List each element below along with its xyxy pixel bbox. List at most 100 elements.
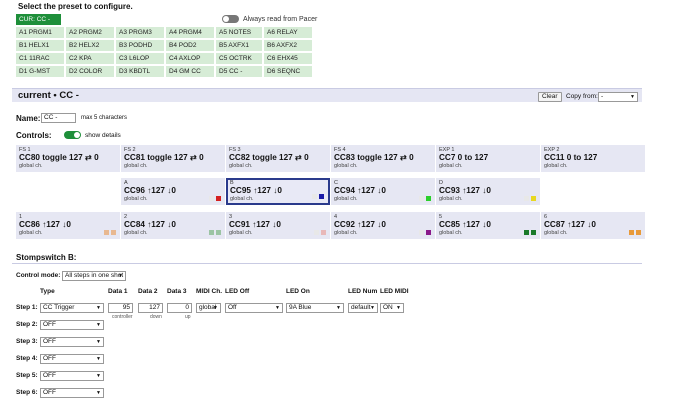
control-card-main: CC96 ↑127 ↓0	[124, 186, 176, 195]
preset-button[interactable]: B4 POD2	[166, 40, 214, 51]
preset-button[interactable]: B2 HELX2	[66, 40, 114, 51]
preset-button[interactable]: B6 AXFX2	[264, 40, 312, 51]
preset-button[interactable]: D5 CC -	[216, 66, 262, 77]
step-type-select[interactable]: OFF ▼	[40, 371, 104, 381]
step-1-led-on-select[interactable]: 9A Blue ▼	[286, 303, 344, 313]
preset-button[interactable]: A3 PRGM3	[116, 27, 164, 38]
led-color-swatch	[104, 230, 109, 235]
preset-button[interactable]: A1 PRGM1	[16, 27, 64, 38]
preset-button[interactable]: A5 NOTES	[216, 27, 262, 38]
preset-button[interactable]: C6 EHX45	[264, 53, 312, 64]
preset-button[interactable]: C5 OCTRK	[216, 53, 262, 64]
name-hint: max 5 characters	[81, 115, 128, 121]
control-card[interactable]: 1 CC86 ↑127 ↓0 global ch.	[16, 212, 120, 239]
chevron-down-icon: ▼	[96, 322, 101, 328]
col-led-on: LED On	[286, 288, 310, 295]
step-type-select[interactable]: OFF ▼	[40, 320, 104, 330]
control-card-sub: global ch.	[334, 230, 358, 236]
preset-button[interactable]: B3 PODHD	[116, 40, 164, 51]
control-card-sub: global ch.	[334, 163, 358, 169]
preset-button[interactable]: C4 AXLOP	[166, 53, 214, 64]
step-1-led-off-select[interactable]: Off ▼	[225, 303, 283, 313]
preset-button[interactable]: C1 11RAC	[16, 53, 64, 64]
control-card-sub: global ch.	[124, 196, 148, 202]
led-color-swatch	[111, 230, 116, 235]
col-led-num: LED Num	[348, 288, 378, 295]
step-1-data2-input[interactable]: 127	[138, 303, 163, 313]
control-card-main: CC85 ↑127 ↓0	[439, 220, 491, 229]
preset-button[interactable]: D4 GM CC	[166, 66, 214, 77]
step-type-select[interactable]: OFF ▼	[40, 354, 104, 364]
preset-button[interactable]: A4 PRGM4	[166, 27, 214, 38]
chevron-down-icon: ▼	[275, 305, 280, 311]
control-card[interactable]: D CC93 ↑127 ↓0 global ch.	[436, 178, 540, 205]
control-card-sub: global ch.	[19, 163, 43, 169]
step-type-value: OFF	[43, 372, 56, 379]
preset-button[interactable]: B1 HELX1	[16, 40, 64, 51]
led-color-swatch	[524, 196, 529, 201]
name-input[interactable]: CC -	[41, 113, 76, 123]
control-card[interactable]: FS 3 CC82 toggle 127 ⇄ 0 global ch.	[226, 145, 330, 172]
preset-button[interactable]: B5 AXFX1	[216, 40, 262, 51]
control-mode-select[interactable]: All steps in one shot ▼	[62, 271, 126, 281]
led-color-swatch	[629, 230, 634, 235]
led-color-swatch	[312, 194, 317, 199]
step-type-select[interactable]: OFF ▼	[40, 388, 104, 398]
control-card[interactable]: A CC96 ↑127 ↓0 global ch.	[121, 178, 225, 205]
control-card-sub: global ch.	[124, 230, 148, 236]
control-card[interactable]: C CC94 ↑127 ↓0 global ch.	[331, 178, 435, 205]
control-card[interactable]: FS 1 CC80 toggle 127 ⇄ 0 global ch.	[16, 145, 120, 172]
control-card[interactable]: EXP 1 CC7 0 to 127 global ch.	[436, 145, 540, 172]
control-card-sub: global ch.	[439, 163, 463, 169]
control-card-main: CC87 ↑127 ↓0	[544, 220, 596, 229]
preset-button[interactable]: D1 G-MST	[16, 66, 64, 77]
preset-button[interactable]: C3 L6LOP	[116, 53, 164, 64]
data1-hint: controller	[112, 314, 133, 320]
step-1-led-midi-select[interactable]: ON ▼	[380, 303, 404, 313]
col-led-off: LED Off	[225, 288, 250, 295]
chevron-down-icon: ▼	[96, 373, 101, 379]
control-card[interactable]: EXP 2 CC11 0 to 127 global ch.	[541, 145, 645, 172]
led-color-swatch	[216, 230, 221, 235]
always-read-toggle[interactable]	[222, 15, 239, 23]
copy-from-select[interactable]: - ▼	[598, 92, 638, 102]
preset-button[interactable]: D6 SEQNC	[264, 66, 312, 77]
chevron-down-icon: ▼	[630, 94, 635, 100]
step-1-data1-input[interactable]: 95	[108, 303, 133, 313]
control-card[interactable]: 6 CC87 ↑127 ↓0 global ch.	[541, 212, 645, 239]
control-card-main: CC82 toggle 127 ⇄ 0	[229, 153, 309, 162]
control-card-sub: global ch.	[544, 163, 568, 169]
step-1-midi-ch-select[interactable]: global ▼	[196, 303, 221, 313]
preset-button[interactable]: D2 COLOR	[66, 66, 114, 77]
control-card[interactable]: FS 2 CC81 toggle 127 ⇄ 0 global ch.	[121, 145, 225, 172]
control-card-sub: global ch.	[124, 163, 148, 169]
always-read-toggle-group[interactable]: Always read from Pacer	[222, 15, 317, 23]
step-label: Step 4:	[16, 355, 38, 362]
preset-button[interactable]: C2 KPA	[66, 53, 114, 64]
clear-button[interactable]: Clear	[538, 92, 562, 102]
chevron-down-icon: ▼	[96, 339, 101, 345]
control-card[interactable]: FS 4 CC83 toggle 127 ⇄ 0 global ch.	[331, 145, 435, 172]
control-card[interactable]: 4 CC92 ↑127 ↓0 global ch.	[331, 212, 435, 239]
step-1-data3-input[interactable]: 0	[167, 303, 192, 313]
preset-button[interactable]: D3 KBDTL	[116, 66, 164, 77]
control-card[interactable]: B CC95 ↑127 ↓0 global ch.	[226, 178, 330, 205]
step-1-led-num-select[interactable]: default ▼	[348, 303, 378, 313]
show-details-toggle[interactable]	[64, 131, 81, 139]
show-details-group[interactable]: show details	[64, 131, 121, 139]
step-type-select[interactable]: OFF ▼	[40, 337, 104, 347]
name-label: Name:	[16, 114, 41, 123]
control-card[interactable]: 3 CC91 ↑127 ↓0 global ch.	[226, 212, 330, 239]
chevron-down-icon: ▼	[396, 305, 401, 311]
control-card[interactable]: 2 CC84 ↑127 ↓0 global ch.	[121, 212, 225, 239]
control-card[interactable]: 5 CC85 ↑127 ↓0 global ch.	[436, 212, 540, 239]
control-card-main: CC81 toggle 127 ⇄ 0	[124, 153, 204, 162]
step-1-type-select[interactable]: CC Trigger ▼	[40, 303, 104, 313]
led-color-swatch	[419, 196, 424, 201]
current-preset-indicator[interactable]: CUR: CC -	[16, 14, 61, 25]
preset-button[interactable]: A2 PRGM2	[66, 27, 114, 38]
step-type-value: OFF	[43, 355, 56, 362]
control-card-sub: global ch.	[229, 163, 253, 169]
preset-button[interactable]: A6 RELAY	[264, 27, 312, 38]
led-color-swatch	[319, 194, 324, 199]
